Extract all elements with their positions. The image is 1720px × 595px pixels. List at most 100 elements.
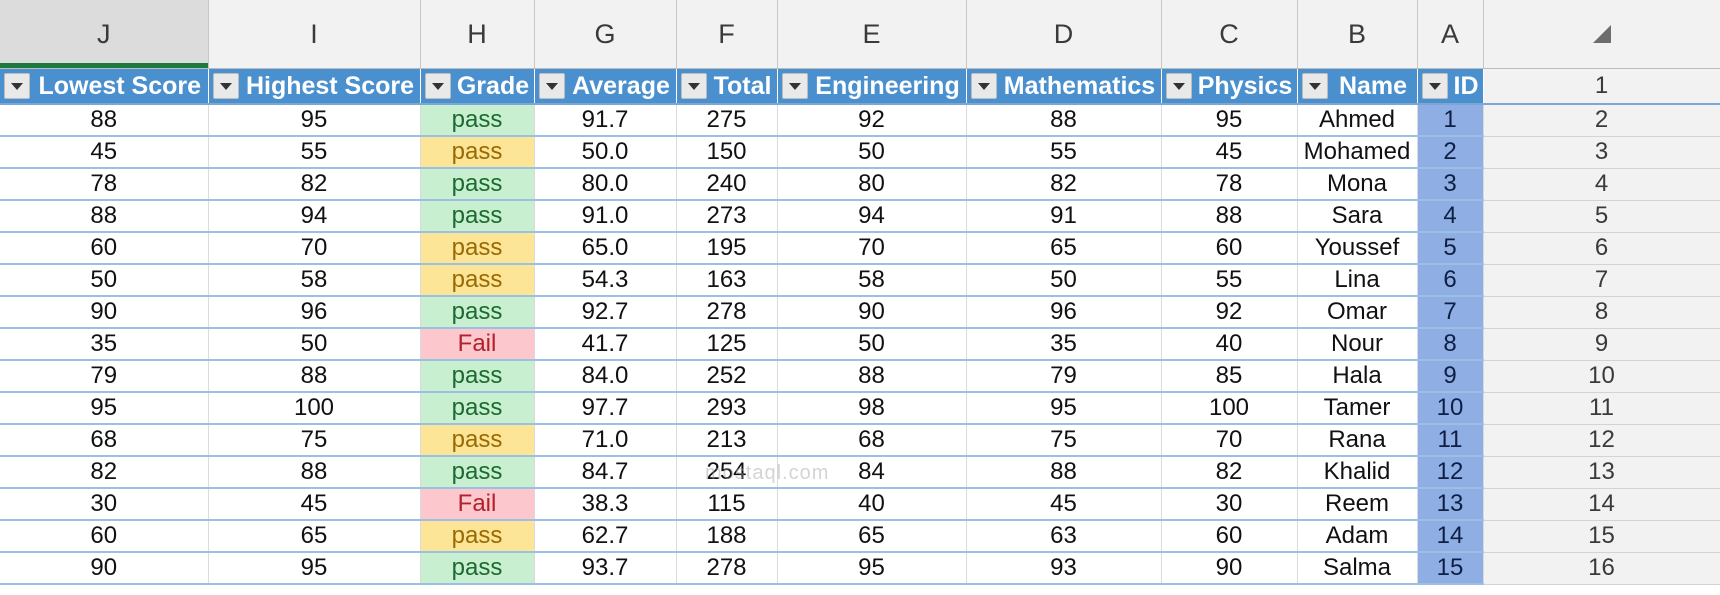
engineering-cell[interactable]: 90 [777,296,967,329]
id-cell[interactable]: 15 [1417,552,1484,585]
row-number[interactable]: 4 [1482,168,1720,201]
total-cell[interactable]: 213 [676,424,778,457]
highest-score-cell[interactable]: 75 [208,424,421,457]
row-number[interactable]: 16 [1482,552,1720,585]
lowest-score-cell[interactable]: 90 [0,296,209,329]
average-cell[interactable]: 71.0 [534,424,677,457]
average-cell[interactable]: 84.0 [534,360,677,393]
physics-cell[interactable]: 95 [1161,104,1298,137]
id-cell[interactable]: 8 [1417,328,1484,361]
total-cell[interactable]: 252 [676,360,778,393]
filter-dropdown-icon[interactable] [970,73,997,99]
filter-dropdown-icon[interactable] [538,73,565,99]
physics-cell[interactable]: 45 [1161,136,1298,169]
name-cell[interactable]: Mohamed [1297,136,1418,169]
highest-score-cell[interactable]: 100 [208,392,421,425]
highest-score-cell[interactable]: 94 [208,200,421,233]
column-letter-C[interactable]: C [1161,0,1298,69]
physics-cell[interactable]: 92 [1161,296,1298,329]
row-number[interactable]: 1 [1482,68,1720,105]
grade-cell[interactable]: pass [420,200,535,233]
column-letter-B[interactable]: B [1297,0,1418,69]
id-cell[interactable]: 9 [1417,360,1484,393]
grade-cell[interactable]: pass [420,456,535,489]
engineering-cell[interactable]: 50 [777,136,967,169]
engineering-cell[interactable]: 65 [777,520,967,553]
lowest-score-cell[interactable]: 82 [0,456,209,489]
row-number[interactable]: 14 [1482,488,1720,521]
physics-cell[interactable]: 78 [1161,168,1298,201]
row-number[interactable]: 2 [1482,104,1720,137]
column-letter-E[interactable]: E [777,0,967,69]
row-number[interactable]: 10 [1482,360,1720,393]
total-cell[interactable]: 275 [676,104,778,137]
header-cell-total[interactable]: Total [676,68,778,105]
row-number[interactable]: 7 [1482,264,1720,297]
highest-score-cell[interactable]: 95 [208,552,421,585]
total-cell[interactable]: 115 [676,488,778,521]
lowest-score-cell[interactable]: 30 [0,488,209,521]
highest-score-cell[interactable]: 70 [208,232,421,265]
physics-cell[interactable]: 82 [1161,456,1298,489]
grade-cell[interactable]: Fail [420,488,535,521]
name-cell[interactable]: Mona [1297,168,1418,201]
grade-cell[interactable]: pass [420,296,535,329]
header-cell-highest-score[interactable]: Highest Score [208,68,421,105]
engineering-cell[interactable]: 98 [777,392,967,425]
filter-dropdown-icon[interactable] [424,73,451,99]
engineering-cell[interactable]: 95 [777,552,967,585]
average-cell[interactable]: 54.3 [534,264,677,297]
lowest-score-cell[interactable]: 88 [0,200,209,233]
lowest-score-cell[interactable]: 35 [0,328,209,361]
filter-dropdown-icon[interactable] [1165,73,1192,99]
row-number[interactable]: 13 [1482,456,1720,489]
engineering-cell[interactable]: 70 [777,232,967,265]
name-cell[interactable]: Hala [1297,360,1418,393]
average-cell[interactable]: 38.3 [534,488,677,521]
row-number[interactable]: 8 [1482,296,1720,329]
row-number[interactable]: 15 [1482,520,1720,553]
id-cell[interactable]: 14 [1417,520,1484,553]
grade-cell[interactable]: pass [420,520,535,553]
grade-cell[interactable]: pass [420,168,535,201]
average-cell[interactable]: 91.0 [534,200,677,233]
total-cell[interactable]: 125 [676,328,778,361]
id-cell[interactable]: 1 [1417,104,1484,137]
physics-cell[interactable]: 60 [1161,232,1298,265]
id-cell[interactable]: 7 [1417,296,1484,329]
grade-cell[interactable]: pass [420,360,535,393]
header-cell-lowest-score[interactable]: Lowest Score [0,68,209,105]
physics-cell[interactable]: 90 [1161,552,1298,585]
row-number[interactable]: 11 [1482,392,1720,425]
filter-dropdown-icon[interactable] [1421,73,1448,99]
id-cell[interactable]: 2 [1417,136,1484,169]
grade-cell[interactable]: pass [420,424,535,457]
total-cell[interactable]: 254 [676,456,778,489]
engineering-cell[interactable]: 80 [777,168,967,201]
highest-score-cell[interactable]: 95 [208,104,421,137]
engineering-cell[interactable]: 58 [777,264,967,297]
filter-dropdown-icon[interactable] [1301,73,1328,99]
grade-cell[interactable]: pass [420,232,535,265]
id-cell[interactable]: 13 [1417,488,1484,521]
column-letter-J[interactable]: J [0,0,209,69]
id-cell[interactable]: 6 [1417,264,1484,297]
average-cell[interactable]: 65.0 [534,232,677,265]
row-number[interactable]: 3 [1482,136,1720,169]
lowest-score-cell[interactable]: 50 [0,264,209,297]
average-cell[interactable]: 97.7 [534,392,677,425]
grade-cell[interactable]: pass [420,392,535,425]
highest-score-cell[interactable]: 65 [208,520,421,553]
row-number[interactable]: 5 [1482,200,1720,233]
lowest-score-cell[interactable]: 78 [0,168,209,201]
mathematics-cell[interactable]: 63 [966,520,1162,553]
physics-cell[interactable]: 40 [1161,328,1298,361]
lowest-score-cell[interactable]: 79 [0,360,209,393]
average-cell[interactable]: 92.7 [534,296,677,329]
average-cell[interactable]: 91.7 [534,104,677,137]
average-cell[interactable]: 62.7 [534,520,677,553]
average-cell[interactable]: 80.0 [534,168,677,201]
name-cell[interactable]: Salma [1297,552,1418,585]
total-cell[interactable]: 278 [676,296,778,329]
highest-score-cell[interactable]: 45 [208,488,421,521]
